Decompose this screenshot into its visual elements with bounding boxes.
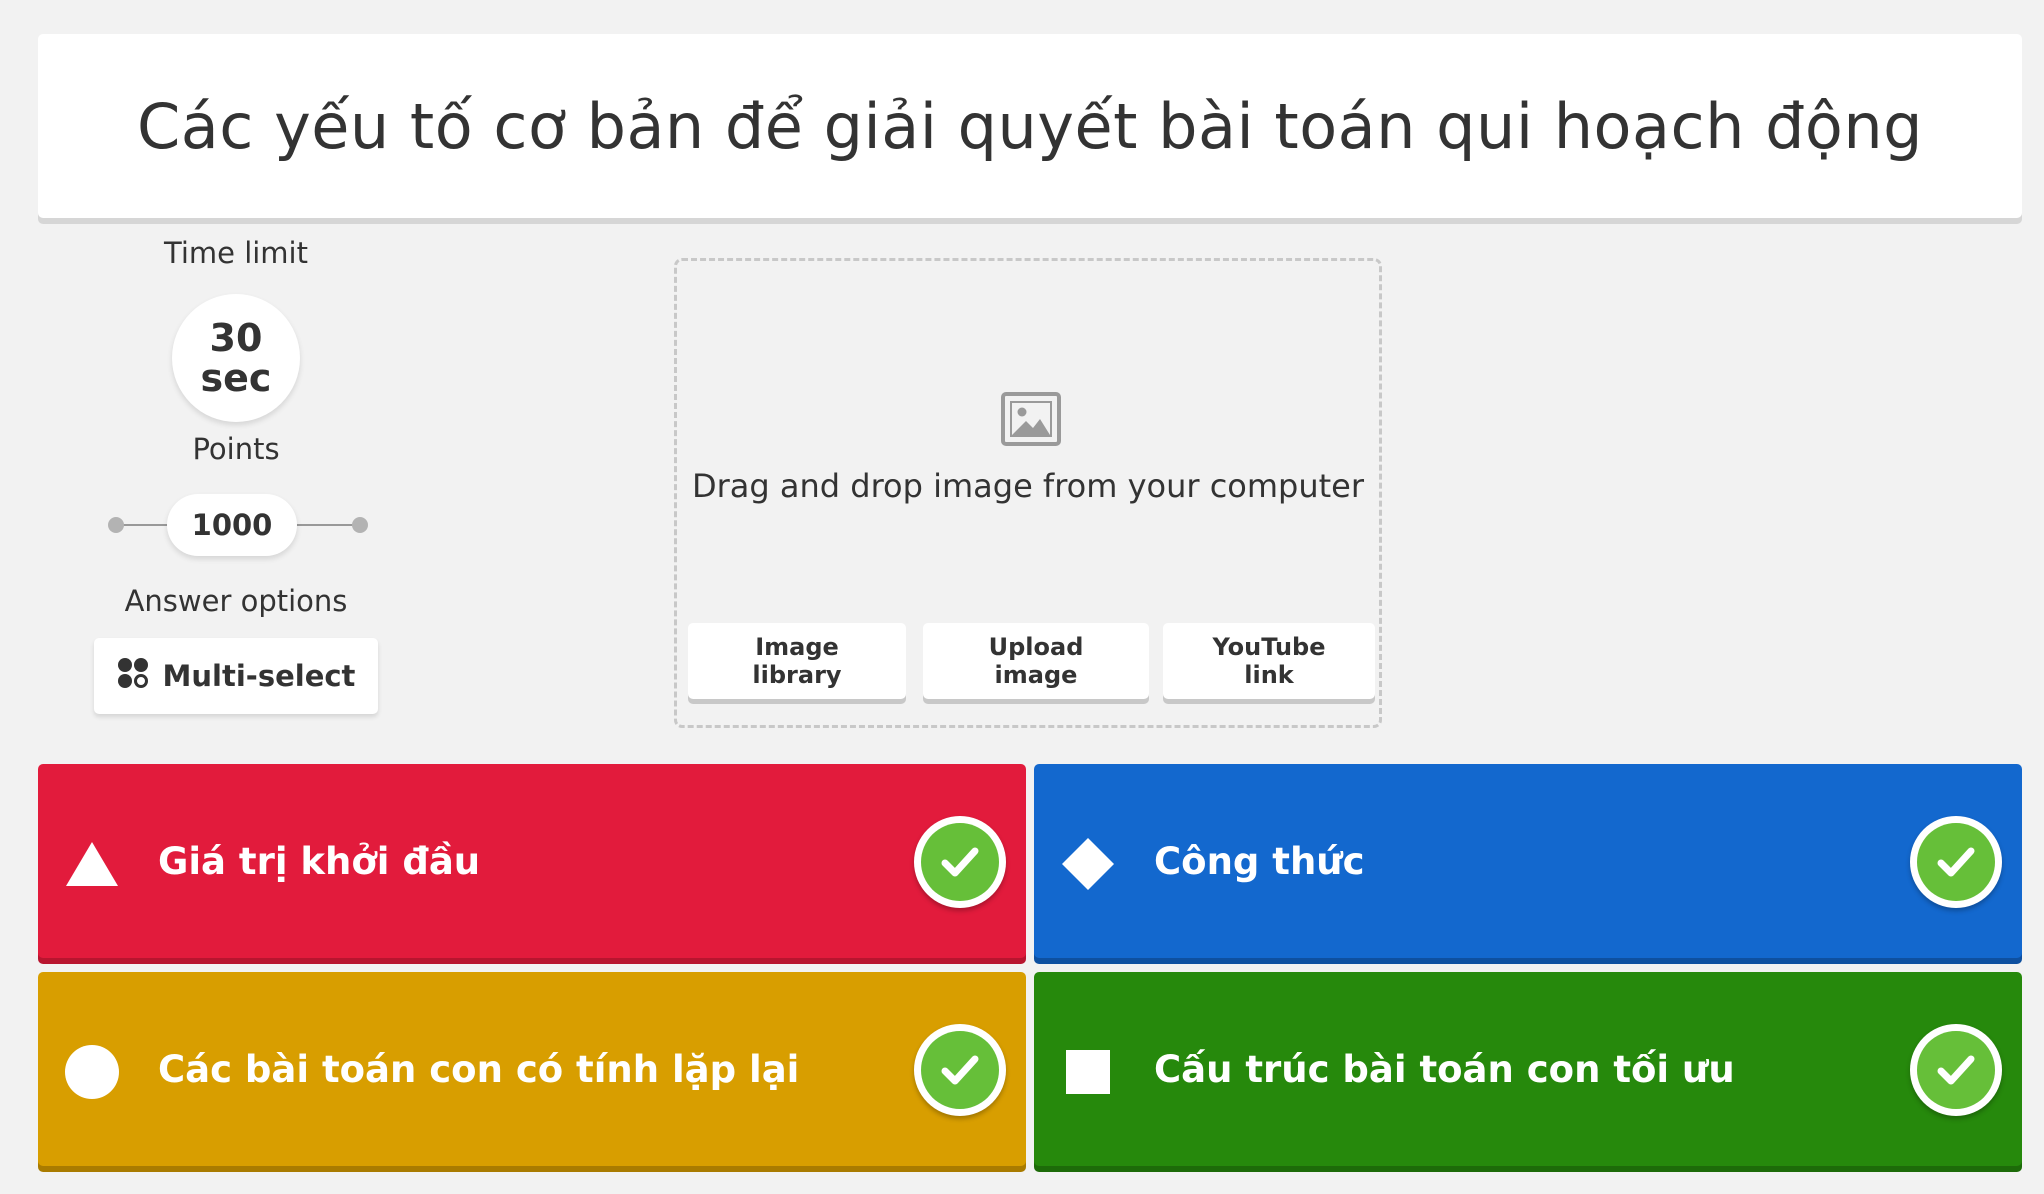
answer-2[interactable]: Công thức [1034, 764, 2022, 958]
media-dropzone[interactable]: Drag and drop image from your computer I… [674, 258, 1382, 728]
image-library-label-2: library [752, 661, 842, 689]
question-title-card[interactable]: Các yếu tố cơ bản để giải quyết bài toán… [38, 34, 2022, 218]
points-value-pill[interactable]: 1000 [167, 494, 297, 556]
image-library-label-1: Image [755, 633, 839, 661]
answer-mode-button[interactable]: Multi-select [94, 638, 378, 714]
answer-options-label: Answer options [124, 584, 348, 618]
youtube-link-label-1: YouTube [1212, 633, 1326, 661]
upload-image-label-2: image [994, 661, 1078, 689]
answer-1[interactable]: Giá trị khởi đầu [38, 764, 1026, 958]
time-limit-button[interactable]: 30 sec [172, 294, 300, 422]
answer-3-correct-toggle[interactable] [914, 1024, 1006, 1116]
answer-4[interactable]: Cấu trúc bài toán con tối ưu [1034, 972, 2022, 1166]
circle-icon [64, 1044, 120, 1100]
dropzone-text: Drag and drop image from your computer [691, 467, 1365, 505]
youtube-link-label-2: link [1244, 661, 1294, 689]
triangle-icon [64, 836, 120, 892]
answer-3[interactable]: Các bài toán con có tính lặp lại [38, 972, 1026, 1166]
points-label: Points [192, 432, 280, 466]
time-value: 30 [209, 316, 263, 360]
image-placeholder-icon [1000, 391, 1062, 451]
square-icon [1060, 1044, 1116, 1100]
multi-select-icon [117, 657, 149, 696]
points-value: 1000 [191, 508, 273, 542]
check-icon [1917, 1031, 1995, 1109]
answer-2-correct-toggle[interactable] [1910, 816, 2002, 908]
diamond-icon [1060, 836, 1116, 892]
answer-2-text[interactable]: Công thức [1154, 764, 1365, 958]
answer-1-text[interactable]: Giá trị khởi đầu [158, 764, 480, 958]
points-slider-max-dot[interactable] [352, 517, 368, 533]
points-slider-min-dot[interactable] [108, 517, 124, 533]
question-title[interactable]: Các yếu tố cơ bản để giải quyết bài toán… [137, 90, 1923, 163]
check-icon [1917, 823, 1995, 901]
upload-image-button[interactable]: Upload image [923, 623, 1149, 699]
upload-image-label-1: Upload [988, 633, 1084, 661]
answer-3-text[interactable]: Các bài toán con có tính lặp lại [158, 972, 799, 1166]
image-library-button[interactable]: Image library [688, 623, 906, 699]
check-icon [921, 823, 999, 901]
answer-mode-label: Multi-select [162, 659, 356, 693]
youtube-link-button[interactable]: YouTube link [1163, 623, 1375, 699]
answer-4-text[interactable]: Cấu trúc bài toán con tối ưu [1154, 972, 1735, 1166]
check-icon [921, 1031, 999, 1109]
answer-4-correct-toggle[interactable] [1910, 1024, 2002, 1116]
answer-1-correct-toggle[interactable] [914, 816, 1006, 908]
time-unit: sec [200, 356, 272, 400]
time-limit-label: Time limit [164, 236, 308, 270]
